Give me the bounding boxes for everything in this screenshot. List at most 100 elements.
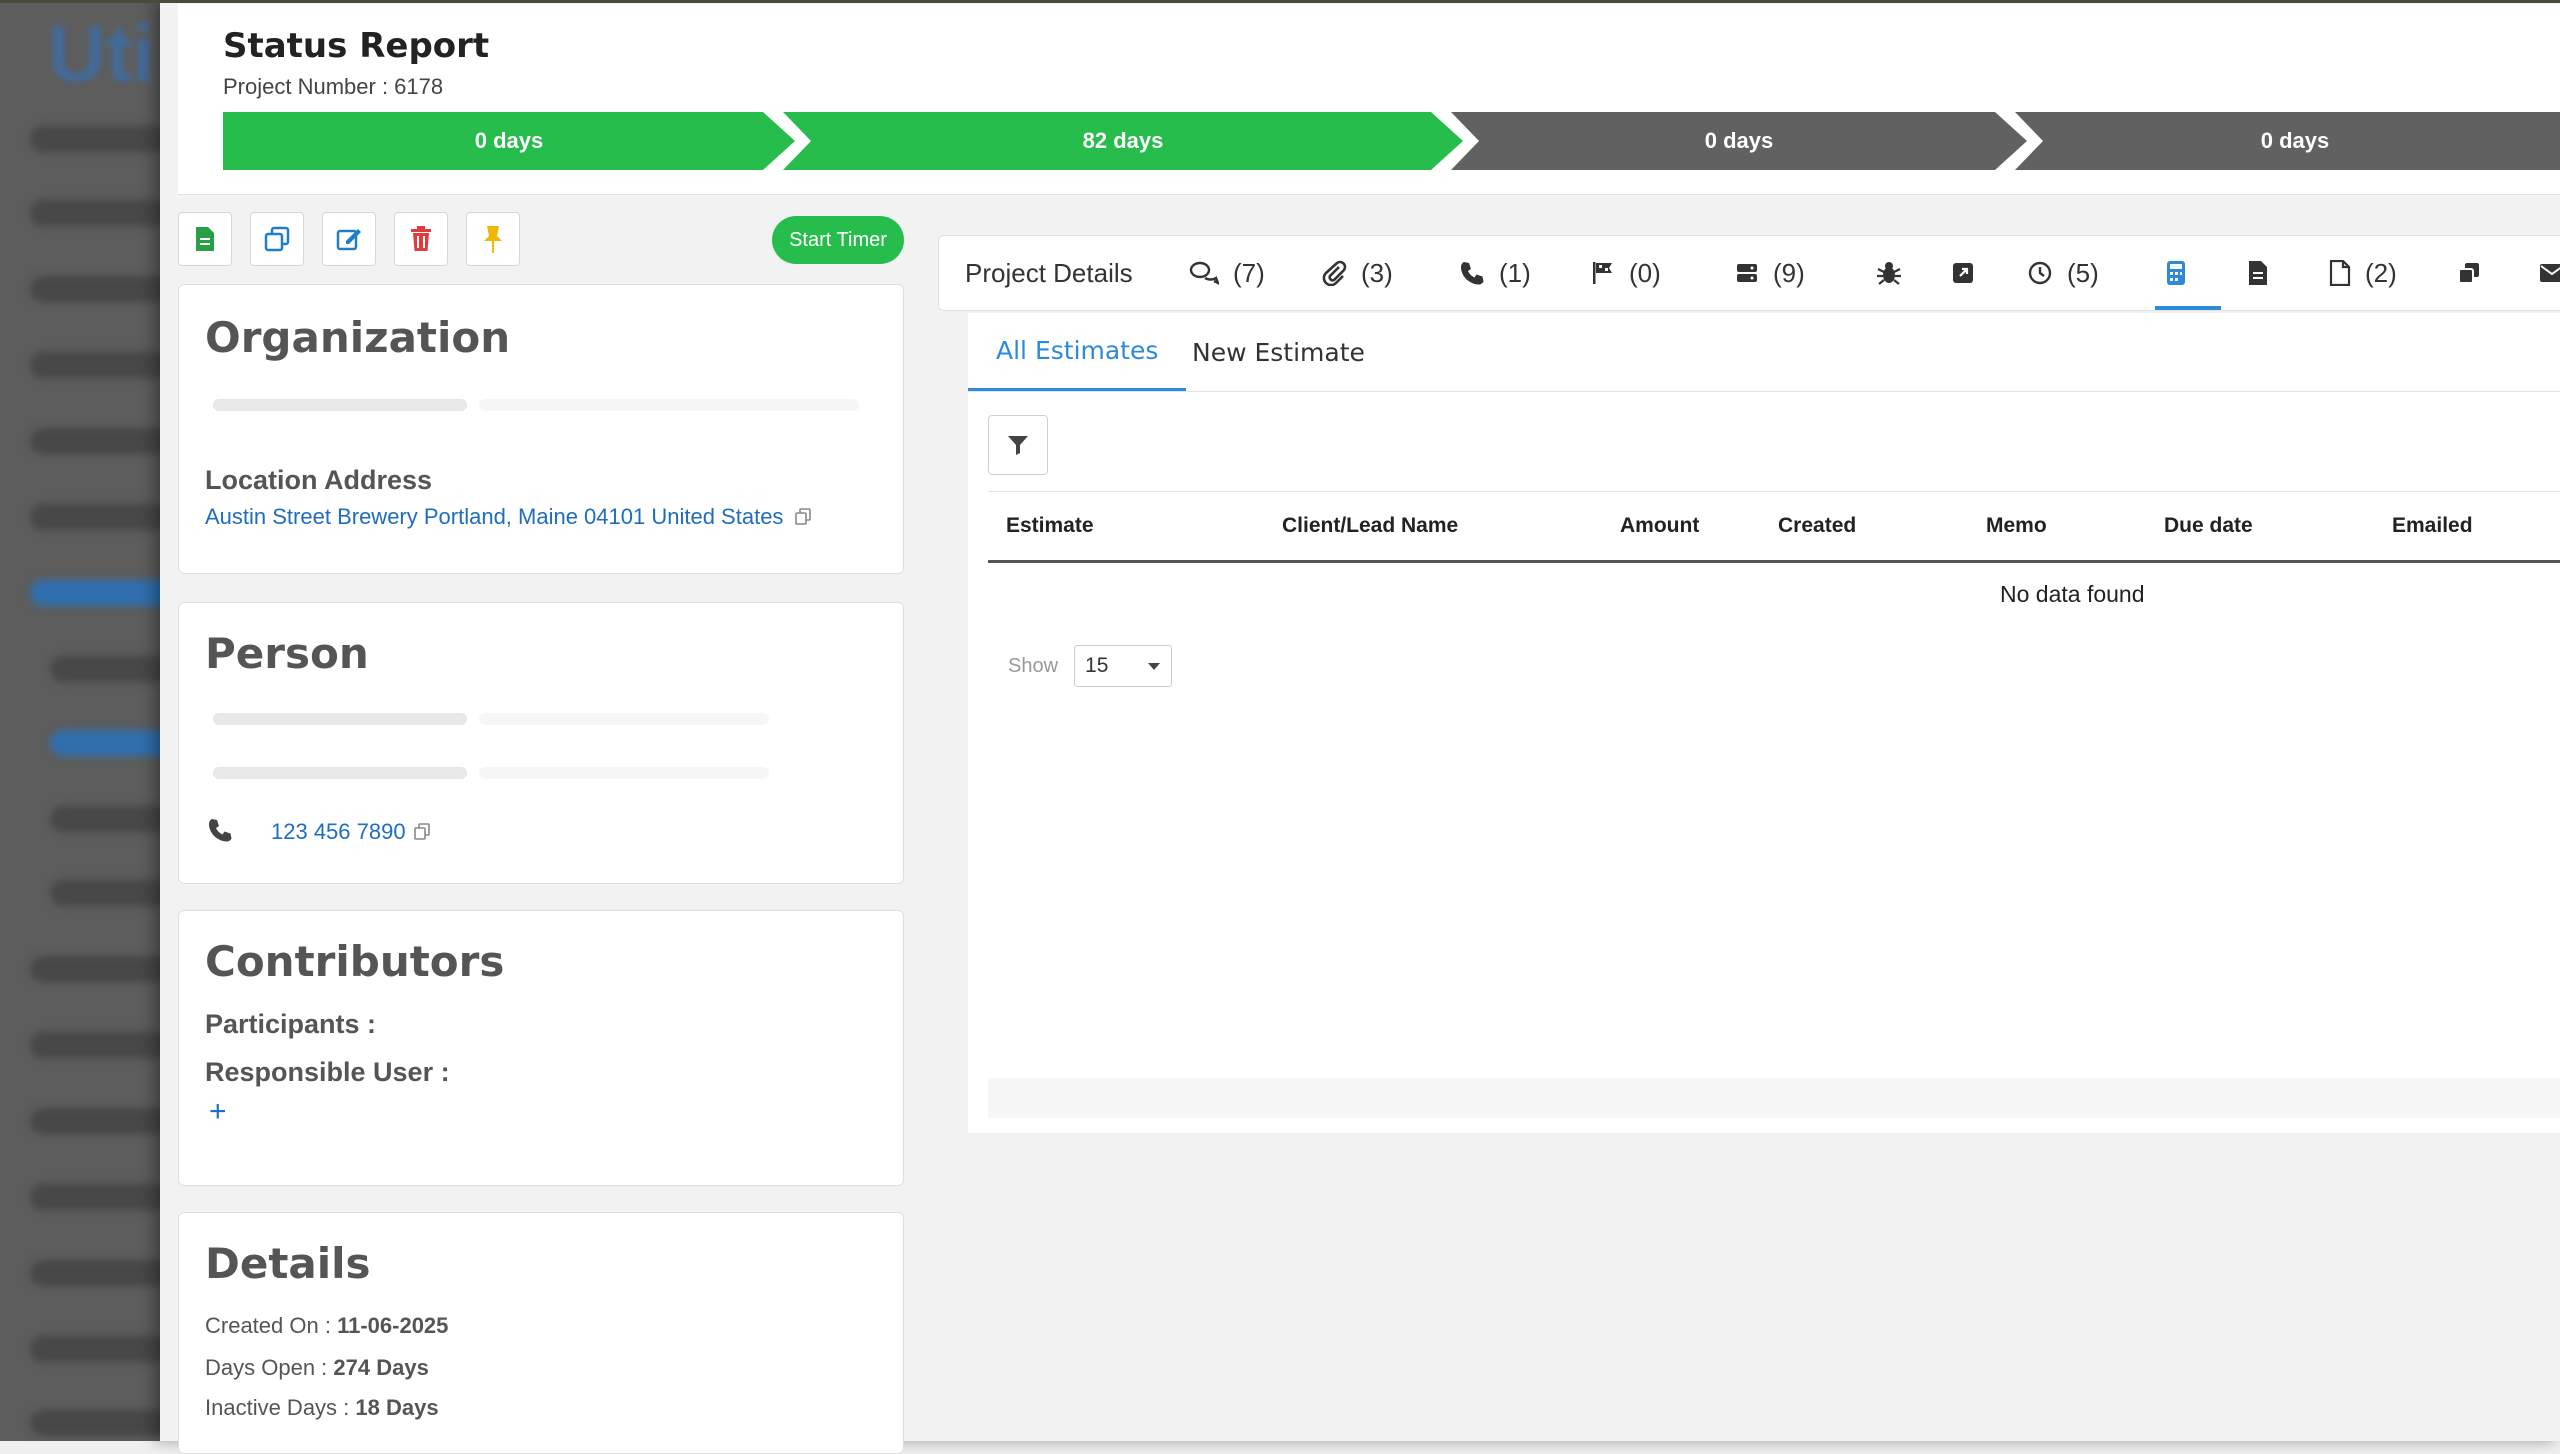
tab-calls[interactable]: (1) [1459, 236, 1531, 310]
caret-down-icon [1148, 663, 1161, 670]
tab-time[interactable]: (5) [2027, 236, 2099, 310]
contributors-card: Contributors Participants : Responsible … [178, 910, 904, 1186]
stage-4[interactable]: 0 days [2015, 112, 2560, 170]
loading-placeholder [213, 767, 467, 779]
copy-icon[interactable] [412, 822, 432, 842]
estimates-table-header: Estimate Client/Lead Name Amount Created… [988, 491, 2560, 563]
tab-count: (0) [1629, 257, 1661, 288]
tab-label: Project Details [965, 257, 1133, 288]
column-emailed[interactable]: Emailed [2392, 492, 2473, 560]
table-footer [988, 1078, 2560, 1118]
app-logo: Uti [48, 9, 155, 98]
organization-heading: Organization [205, 313, 511, 362]
loading-placeholder [479, 767, 769, 779]
inactive-days-value: 18 Days [355, 1395, 439, 1420]
phone-icon [209, 819, 232, 842]
edit-button[interactable] [322, 212, 376, 266]
stage-1[interactable]: 0 days [223, 112, 795, 170]
tab-documents[interactable] [2247, 236, 2269, 310]
stage-2[interactable]: 82 days [783, 112, 1463, 170]
page-title: Status Report [223, 26, 490, 66]
details-heading: Details [205, 1239, 371, 1288]
page-size-control: Show 15 [1008, 645, 1173, 687]
edit-icon [336, 229, 361, 251]
contributors-heading: Contributors [205, 937, 505, 986]
delete-button[interactable] [394, 212, 448, 266]
inactive-days-label: Inactive Days : [205, 1395, 350, 1420]
filter-button[interactable] [988, 415, 1048, 475]
tab-project-details[interactable]: Project Details [965, 236, 1133, 310]
column-created[interactable]: Created [1778, 492, 1856, 560]
tab-new-estimate[interactable]: New Estimate [1192, 313, 1365, 391]
project-number: Project Number : 6178 [223, 74, 444, 99]
pin-icon [484, 226, 502, 253]
days-open-value: 274 Days [333, 1355, 429, 1380]
tab-comments[interactable]: (7) [1189, 236, 1265, 310]
created-label: Created On : [205, 1313, 331, 1338]
column-due-date[interactable]: Due date [2164, 492, 2253, 560]
column-client-lead-name[interactable]: Client/Lead Name [1282, 492, 1458, 560]
column-amount[interactable]: Amount [1620, 492, 1699, 560]
stage-3[interactable]: 0 days [1451, 112, 2027, 170]
envelope-icon [2540, 264, 2560, 282]
tab-count: (3) [1361, 257, 1393, 288]
days-open-label: Days Open : [205, 1355, 328, 1380]
estimate-subtabs: All Estimates New Estimate [968, 313, 2560, 392]
address-link[interactable]: Austin Street Brewery Portland, Maine 04… [205, 504, 783, 530]
days-open: Days Open : 274 Days [205, 1355, 429, 1381]
filter-icon [1008, 436, 1028, 455]
start-timer-button[interactable]: Start Timer [772, 216, 904, 264]
paperclip-icon [1322, 260, 1347, 286]
page-size-value: 15 [1085, 654, 1109, 677]
page-size-select[interactable]: 15 [1074, 645, 1173, 687]
created-value: 11-06-2025 [337, 1313, 449, 1338]
duplicate-button[interactable] [250, 212, 304, 266]
tab-files[interactable]: (2) [2329, 236, 2397, 310]
tab-notes[interactable] [1951, 236, 1975, 310]
external-link-icon [1953, 263, 1973, 283]
server-icon [1737, 264, 1757, 282]
bug-icon [1877, 262, 1901, 285]
document-icon [2249, 261, 2267, 285]
file-icon [2329, 260, 2351, 286]
tab-count: (2) [2365, 257, 2397, 288]
tab-count: (5) [2067, 257, 2099, 288]
location-label: Location Address [205, 465, 433, 495]
column-memo[interactable]: Memo [1986, 492, 2047, 560]
project-tabs: Project Details (7) (3) (1) (0) (9) (5) … [938, 235, 2560, 311]
tab-emails[interactable] [2539, 236, 2560, 310]
trash-icon [411, 226, 431, 251]
organization-card: Organization Location Address Austin Str… [178, 284, 904, 574]
loading-placeholder [479, 399, 859, 411]
tab-count: (1) [1499, 257, 1531, 288]
top-border [0, 0, 2560, 3]
project-panel: Status Report Project Number : 6178 0 da… [160, 0, 2560, 1454]
copy-icon [2458, 263, 2479, 284]
calculator-icon [2167, 261, 2185, 285]
file-icon [196, 227, 214, 251]
details-card: Details Created On : 11-06-2025 Days Ope… [178, 1212, 904, 1454]
person-card: Person 123 456 7890 [178, 602, 904, 884]
person-heading: Person [205, 629, 369, 678]
pin-button[interactable] [466, 212, 520, 266]
tab-servers[interactable]: (9) [1735, 236, 1805, 310]
column-estimate[interactable]: Estimate [1006, 492, 1094, 560]
tab-attachments[interactable]: (3) [1321, 236, 1393, 310]
tab-copies[interactable] [2457, 236, 2481, 310]
show-label: Show [1008, 654, 1059, 677]
phone-link[interactable]: 123 456 7890 [271, 819, 406, 845]
add-contributor-button[interactable]: + [209, 1095, 227, 1129]
copy-icon[interactable] [793, 507, 813, 527]
export-button[interactable] [178, 212, 232, 266]
action-toolbar: Start Timer [178, 212, 904, 268]
loading-placeholder [213, 399, 467, 411]
tab-milestones[interactable]: (0) [1591, 236, 1661, 310]
tab-estimates[interactable] [2155, 236, 2221, 310]
phone-icon [1461, 262, 1484, 285]
project-content: Project Details (7) (3) (1) (0) (9) (5) … [938, 235, 2560, 1135]
estimates-section: All Estimates New Estimate Estimate Clie… [968, 313, 2560, 1133]
tab-count: (9) [1773, 257, 1805, 288]
tab-all-estimates[interactable]: All Estimates [968, 313, 1187, 391]
responsible-user-label: Responsible User : [205, 1057, 450, 1087]
tab-bugs[interactable] [1875, 236, 1903, 310]
